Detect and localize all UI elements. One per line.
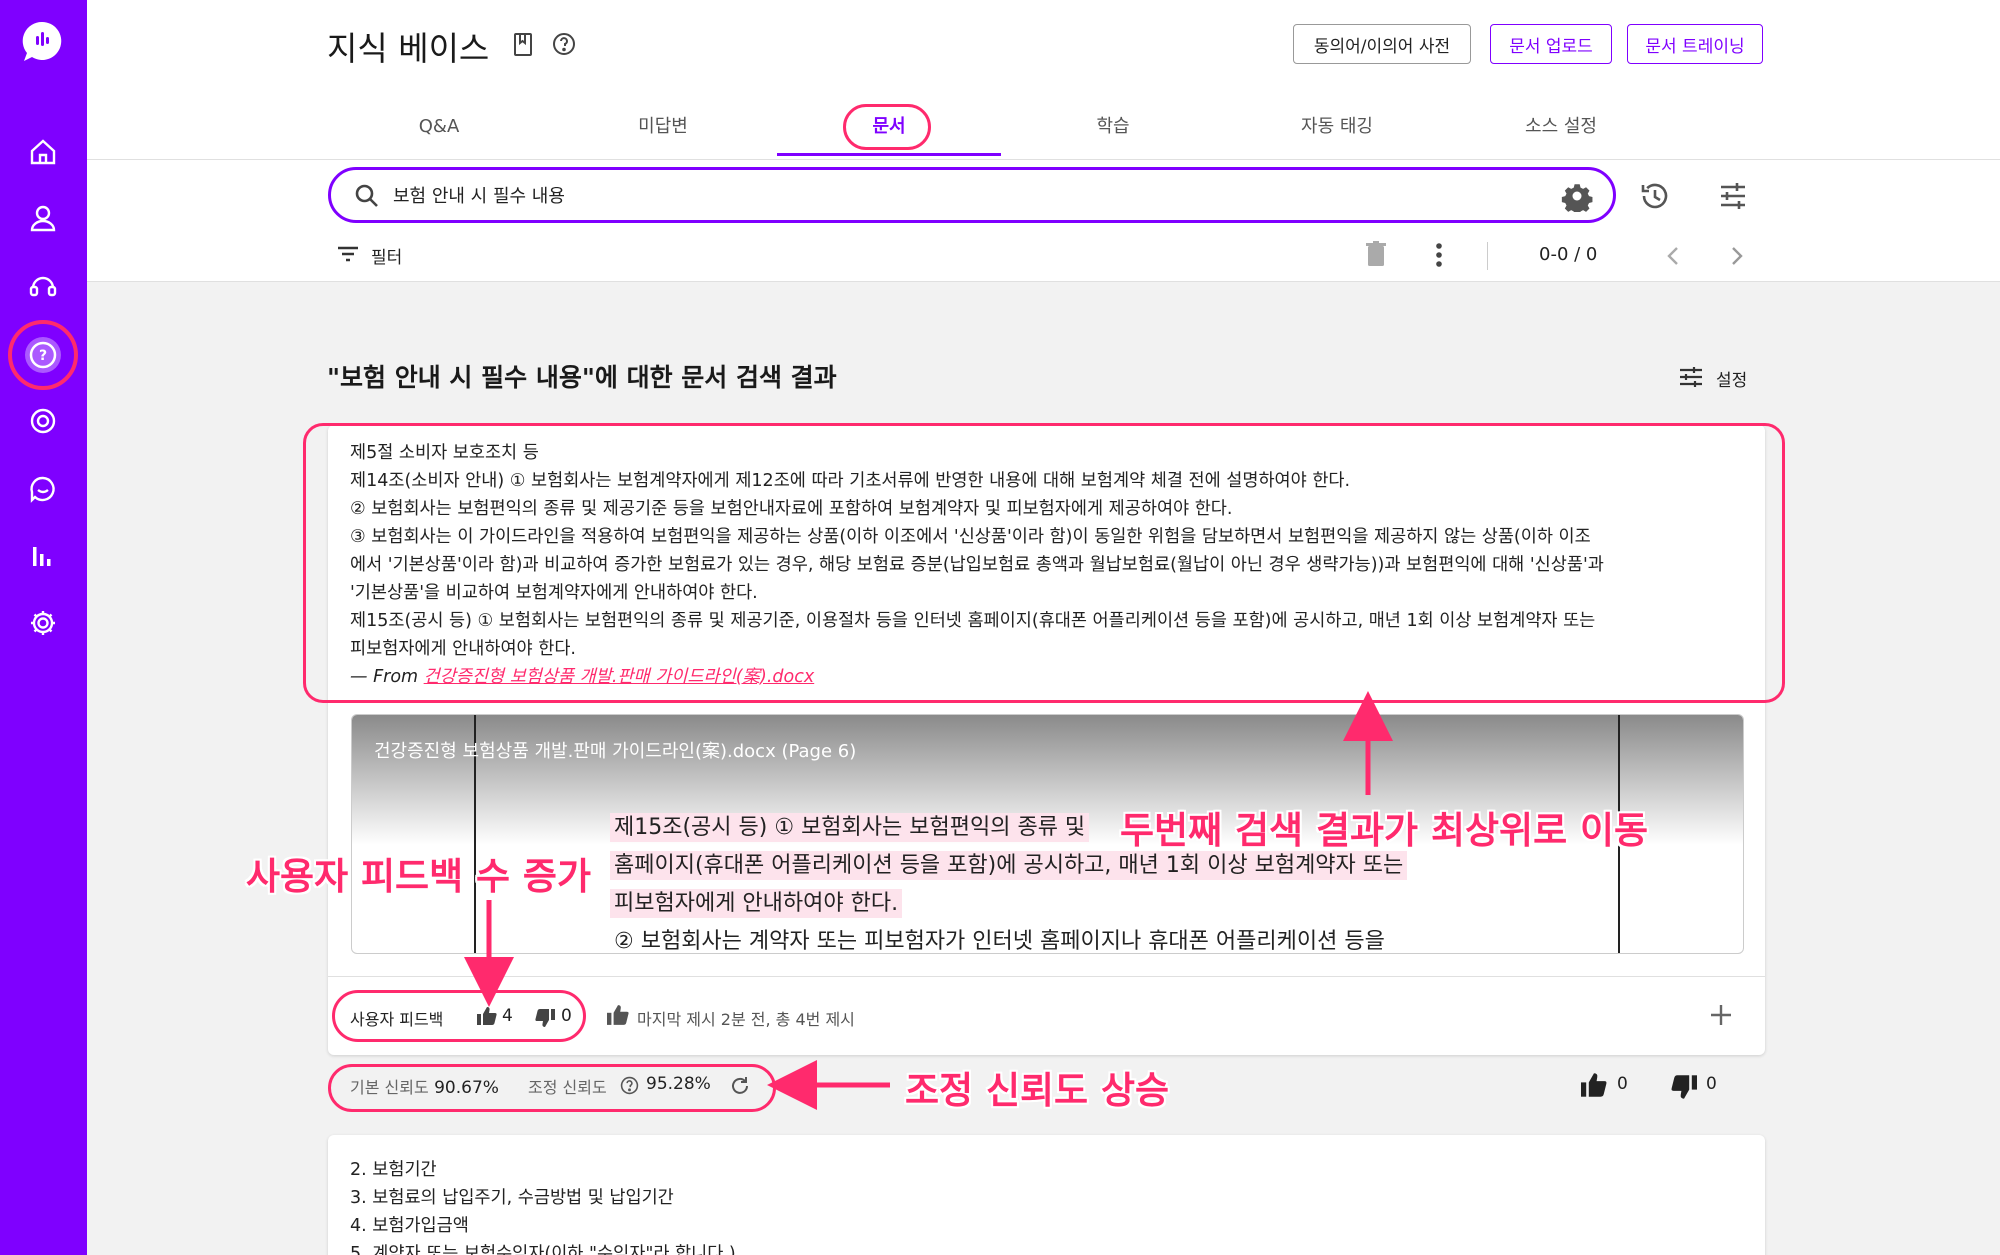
prev-page-icon[interactable] <box>1661 242 1685 270</box>
logo-icon[interactable] <box>21 20 63 62</box>
search-toolbar: 필터 0-0 / 0 <box>87 160 2000 282</box>
analytics-swirl-icon[interactable] <box>22 400 64 442</box>
preview-line: 피보험자에게 안내하여야 한다. <box>610 885 903 918</box>
conversation-icon[interactable] <box>22 468 64 510</box>
filter-icon[interactable] <box>335 242 361 266</box>
snippet-line: 5. 계약자 또는 보험수익자(이하 "수익자"라 합니다.) <box>350 1244 736 1255</box>
toolbar-divider <box>1487 242 1488 270</box>
settings-gear-icon[interactable] <box>22 602 64 644</box>
tab-learning[interactable]: 학습 <box>1001 98 1225 156</box>
help-icon[interactable] <box>552 32 578 58</box>
tune-sliders-icon[interactable] <box>1713 176 1753 216</box>
document-upload-button[interactable]: 문서 업로드 <box>1490 24 1612 64</box>
tab-unanswered[interactable]: 미답변 <box>551 98 775 156</box>
search-icon <box>353 182 381 210</box>
thumbs-down-button-icon[interactable] <box>1670 1074 1698 1100</box>
preview-line: ② 보험회사는 계약자 또는 피보험자가 인터넷 홈페이지나 휴대폰 어플리케이… <box>614 929 1385 954</box>
tab-highlight-ring <box>843 104 931 150</box>
search-settings-gear-icon[interactable] <box>1557 176 1597 216</box>
rating-down-count: 0 <box>1706 1074 1717 1094</box>
result-snippet-2: 2. 보험기간 3. 보험료의 납입주기, 수금방법 및 납입기간 4. 보험가… <box>350 1156 736 1255</box>
top-result-highlight <box>303 423 1785 703</box>
bar-chart-icon[interactable] <box>22 535 64 577</box>
confidence-highlight <box>328 1064 776 1112</box>
chat-support-icon[interactable] <box>22 265 64 307</box>
synonym-dictionary-button[interactable]: 동의어/이의어 사전 <box>1293 24 1471 64</box>
snippet-line: 2. 보험기간 <box>350 1160 437 1180</box>
result-settings-label[interactable]: 설정 <box>1716 366 1747 391</box>
snippet-line: 4. 보험가입금액 <box>350 1216 469 1236</box>
rating-up-count: 0 <box>1617 1074 1628 1094</box>
thumbs-up-shown-icon <box>606 1004 630 1026</box>
header: 지식 베이스 동의어/이의어 사전 문서 업로드 문서 트레이닝 Q&A 미답변… <box>87 0 2000 160</box>
next-page-icon[interactable] <box>1725 242 1749 270</box>
user-icon[interactable] <box>22 197 64 239</box>
more-vertical-icon[interactable] <box>1429 240 1449 270</box>
tab-source-settings[interactable]: 소스 설정 <box>1449 98 1673 156</box>
annotation-top-result: 두번째 검색 결과가 최상위로 이동 <box>1120 809 1649 852</box>
page-title: 지식 베이스 <box>327 29 490 68</box>
tab-auto-tagging[interactable]: 자동 태깅 <box>1225 98 1449 156</box>
search-box[interactable] <box>328 167 1616 223</box>
thumbs-up-button-icon[interactable] <box>1580 1072 1608 1098</box>
document-training-button[interactable]: 문서 트레이닝 <box>1627 24 1763 64</box>
pagination-count: 0-0 / 0 <box>1539 244 1598 265</box>
history-icon[interactable] <box>1635 176 1675 216</box>
home-icon[interactable] <box>22 131 64 173</box>
feedback-highlight <box>332 990 586 1042</box>
tab-qa[interactable]: Q&A <box>327 98 551 156</box>
bookmark-icon[interactable] <box>512 32 538 58</box>
snippet-line: 3. 보험료의 납입주기, 수금방법 및 납입기간 <box>350 1188 674 1208</box>
filter-label[interactable]: 필터 <box>371 243 402 268</box>
knowledge-base-icon[interactable]: ? <box>22 334 64 376</box>
svg-text:?: ? <box>39 348 47 364</box>
add-icon[interactable] <box>1706 1000 1736 1030</box>
annotation-feedback: 사용자 피드백 수 증가 <box>246 855 592 898</box>
preview-line: 제15조(공시 등) ① 보험회사는 보험편익의 종류 및 <box>610 809 1090 842</box>
trash-icon[interactable] <box>1363 238 1389 270</box>
last-shown-info: 마지막 제시 2분 전, 총 4번 제시 <box>637 1010 855 1029</box>
results-title: "보험 안내 시 필수 내용"에 대한 문서 검색 결과 <box>327 363 837 392</box>
sidebar: ? <box>0 0 87 1255</box>
annotation-confidence: 조정 신뢰도 상승 <box>905 1069 1170 1112</box>
preview-title: 건강증진형 보험상품 개발.판매 가이드라인(案).docx (Page 6) <box>374 741 857 762</box>
search-input[interactable] <box>393 180 1513 210</box>
result-settings-tune-icon[interactable] <box>1676 364 1706 390</box>
